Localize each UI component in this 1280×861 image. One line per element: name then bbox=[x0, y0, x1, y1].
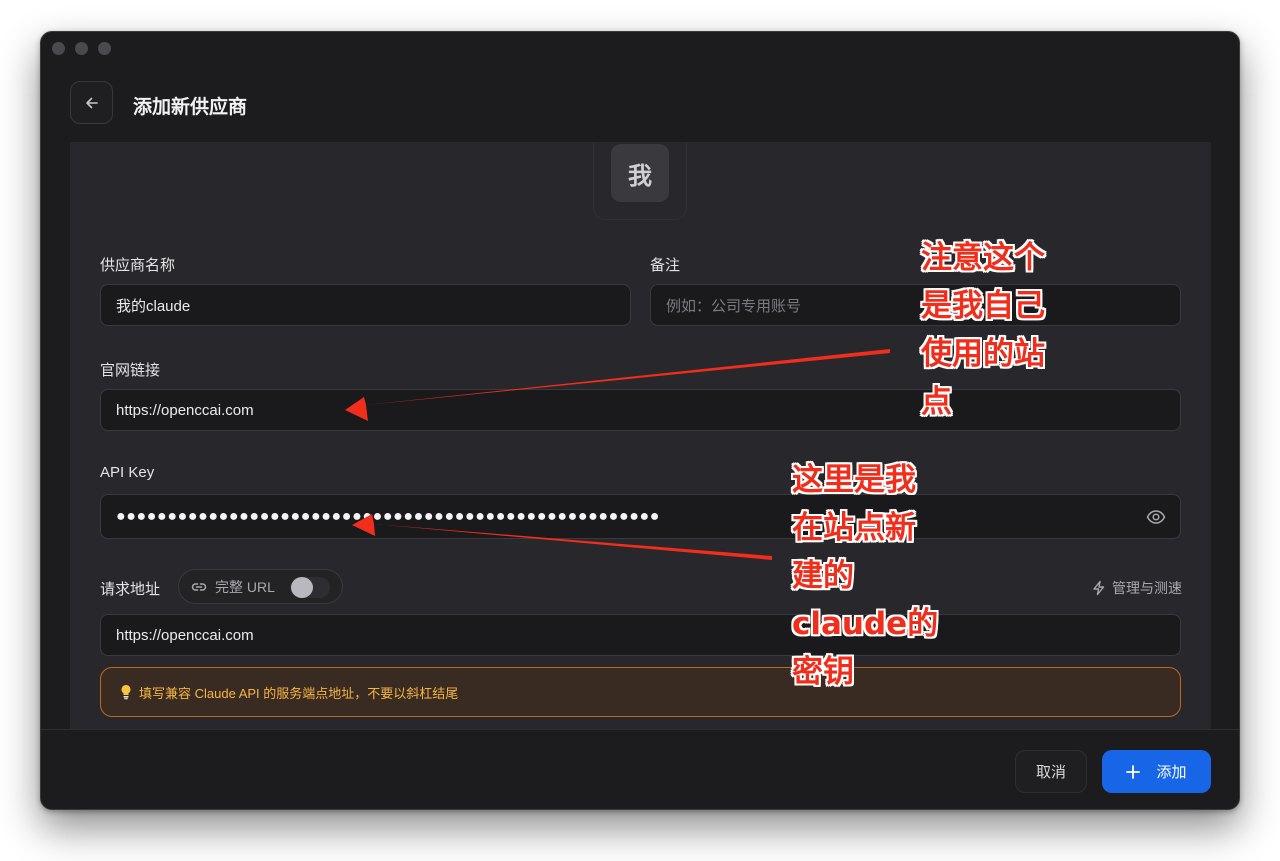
note-placeholder: 例如：公司专用账号 bbox=[666, 297, 802, 315]
api-key-label: API Key bbox=[100, 464, 155, 481]
manage-speedtest-link[interactable]: 管理与测速 bbox=[1091, 578, 1182, 598]
api-key-input[interactable]: ●●●●●●●●●●●●●●●●●●●●●●●●●●●●●●●●●●●●●●●●… bbox=[100, 494, 1181, 539]
api-key-value: ●●●●●●●●●●●●●●●●●●●●●●●●●●●●●●●●●●●●●●●●… bbox=[116, 507, 660, 525]
window-controls bbox=[52, 42, 111, 55]
website-label: 官网链接 bbox=[100, 362, 161, 379]
minimize-window-button[interactable] bbox=[75, 42, 88, 55]
annotation-api-key-note: 这里是我 在站点新 建的 claude的 密钥 bbox=[792, 462, 939, 690]
provider-name-label: 供应商名称 bbox=[100, 257, 176, 274]
full-url-switch[interactable] bbox=[290, 577, 330, 598]
provider-name-value: 我的claude bbox=[116, 297, 191, 315]
app-window: 添加新供应商 我 供应商名称 我的claude 备注 例如：公司专用账号 官网链… bbox=[40, 31, 1240, 810]
hint-text: 填写兼容 Claude API 的服务端点地址，不要以斜杠结尾 bbox=[139, 685, 459, 701]
note-input[interactable]: 例如：公司专用账号 bbox=[650, 284, 1181, 326]
endpoint-value: https://openccai.com bbox=[116, 626, 254, 644]
note-label: 备注 bbox=[650, 257, 681, 274]
manage-label: 管理与测速 bbox=[1112, 580, 1182, 596]
eye-icon[interactable] bbox=[1146, 507, 1166, 527]
cancel-button[interactable]: 取消 bbox=[1015, 750, 1087, 793]
annotation-website-note: 注意这个 是我自己 使用的站 点 bbox=[921, 240, 1045, 420]
add-button[interactable]: 添加 bbox=[1102, 750, 1211, 793]
arrow-left-icon bbox=[85, 97, 98, 108]
endpoint-label: 请求地址 bbox=[100, 581, 161, 598]
add-label: 添加 bbox=[1156, 764, 1187, 781]
link-icon bbox=[191, 582, 207, 591]
lightbulb-icon bbox=[121, 685, 131, 700]
back-button[interactable] bbox=[70, 81, 113, 124]
footer-bar: 取消 添加 bbox=[41, 729, 1239, 809]
lightning-icon bbox=[1093, 580, 1105, 596]
provider-avatar[interactable]: 我 bbox=[611, 144, 669, 202]
full-url-toggle[interactable]: 完整 URL bbox=[178, 569, 343, 604]
endpoint-hint: 填写兼容 Claude API 的服务端点地址，不要以斜杠结尾 bbox=[100, 667, 1181, 717]
endpoint-input[interactable]: https://openccai.com bbox=[100, 614, 1181, 656]
plus-icon bbox=[1126, 764, 1141, 779]
website-value: https://openccai.com bbox=[116, 401, 254, 419]
form-panel: 我 供应商名称 我的claude 备注 例如：公司专用账号 官网链接 https… bbox=[70, 142, 1211, 730]
close-window-button[interactable] bbox=[52, 42, 65, 55]
page-title: 添加新供应商 bbox=[133, 97, 248, 118]
zoom-window-button[interactable] bbox=[98, 42, 111, 55]
full-url-label: 完整 URL bbox=[215, 578, 275, 595]
switch-knob bbox=[291, 577, 313, 598]
provider-name-input[interactable]: 我的claude bbox=[100, 284, 631, 326]
